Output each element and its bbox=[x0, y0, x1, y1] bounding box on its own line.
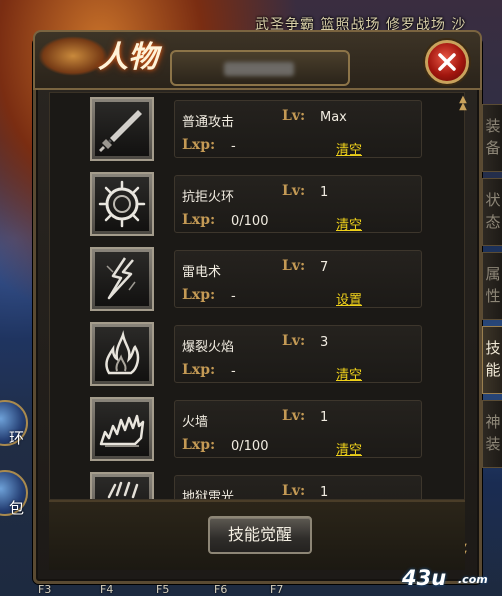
fire-wall-icon bbox=[99, 414, 145, 447]
tab-equipment[interactable]: 装备 bbox=[482, 104, 502, 172]
tab-divine-gear[interactable]: 神装 bbox=[482, 400, 502, 468]
skill-list: 普通攻击 Lv: Max Lxp: - 清空 抗拒火环 Lv: 1 Lxp: 0… bbox=[49, 92, 465, 500]
skill-name: 抗拒火环 bbox=[182, 190, 235, 205]
watermark-number: 43u bbox=[402, 566, 447, 590]
skill-level: 1 bbox=[320, 485, 329, 500]
skill-icon-slot[interactable] bbox=[90, 97, 154, 161]
lv-label: Lv: bbox=[282, 108, 306, 124]
skill-level: Max bbox=[320, 110, 347, 125]
skill-info-box: 地狱雷光 Lv: 1 bbox=[174, 475, 422, 500]
lv-label: Lv: bbox=[282, 258, 306, 274]
skill-icon-slot[interactable] bbox=[90, 397, 154, 461]
fkey-label[interactable]: F7 bbox=[270, 583, 283, 596]
tab-char: 装 bbox=[485, 117, 501, 135]
skill-level: 1 bbox=[320, 185, 329, 200]
lv-label: Lv: bbox=[282, 483, 306, 499]
panel-title: 人物 bbox=[38, 28, 158, 78]
fkey-label[interactable]: F4 bbox=[100, 583, 113, 596]
skill-row: 普通攻击 Lv: Max Lxp: - 清空 bbox=[50, 93, 464, 168]
skill-row: 雷电术 Lv: 7 Lxp: - 设置 bbox=[50, 243, 464, 318]
skill-info-box: 普通攻击 Lv: Max Lxp: - 清空 bbox=[174, 100, 422, 158]
panel-title-text: 人物 bbox=[98, 40, 158, 75]
skill-name: 雷电术 bbox=[182, 265, 222, 280]
skill-info-box: 爆裂火焰 Lv: 3 Lxp: - 清空 bbox=[174, 325, 422, 383]
lxp-label: Lxp: bbox=[182, 362, 216, 378]
tab-char: 属 bbox=[485, 265, 501, 283]
skill-exp: - bbox=[231, 139, 236, 154]
tab-char: 能 bbox=[485, 361, 501, 379]
blurred-player-name bbox=[224, 62, 294, 76]
close-x-icon bbox=[438, 53, 456, 71]
tab-char: 神 bbox=[485, 413, 501, 431]
title-plaque bbox=[170, 50, 350, 86]
fire-ring-icon bbox=[98, 180, 146, 228]
skill-exp: 0/100 bbox=[231, 214, 269, 229]
skill-clear-link[interactable]: 清空 bbox=[336, 439, 362, 458]
skill-name: 普通攻击 bbox=[182, 115, 235, 130]
skill-clear-link[interactable]: 清空 bbox=[336, 214, 362, 233]
skill-clear-link[interactable]: 清空 bbox=[336, 364, 362, 383]
fkey-label[interactable]: F3 bbox=[38, 583, 51, 596]
lv-label: Lv: bbox=[282, 333, 306, 349]
lv-label: Lv: bbox=[282, 408, 306, 424]
skill-name: 地狱雷光 bbox=[182, 490, 235, 500]
close-button[interactable] bbox=[425, 40, 469, 84]
tab-status[interactable]: 状态 bbox=[482, 178, 502, 246]
lightning-icon bbox=[106, 257, 136, 300]
skill-exp: - bbox=[231, 364, 236, 379]
skill-level: 7 bbox=[320, 260, 329, 275]
skill-name: 爆裂火焰 bbox=[182, 340, 235, 355]
skill-awaken-button[interactable]: 技能觉醒 bbox=[208, 516, 312, 554]
skill-list-scrollbar[interactable]: ▲▲ ▼▼ bbox=[457, 92, 469, 560]
watermark-domain: .com bbox=[458, 573, 488, 586]
skill-row: 抗拒火环 Lv: 1 Lxp: 0/100 清空 bbox=[50, 168, 464, 243]
lxp-label: Lxp: bbox=[182, 437, 216, 453]
left-hud-orb-label: 环 bbox=[8, 429, 24, 447]
tab-char: 备 bbox=[485, 139, 501, 157]
tab-char: 态 bbox=[485, 213, 501, 231]
lv-label: Lv: bbox=[282, 183, 306, 199]
skill-level: 3 bbox=[320, 335, 329, 350]
sword-icon bbox=[99, 110, 142, 152]
lxp-label: Lxp: bbox=[182, 137, 216, 153]
skill-icon-slot[interactable] bbox=[90, 172, 154, 236]
left-hud-orb-label: 包 bbox=[8, 499, 24, 517]
lxp-label: Lxp: bbox=[182, 287, 216, 303]
skill-clear-link[interactable]: 清空 bbox=[336, 139, 362, 158]
flame-burst-icon bbox=[105, 330, 140, 375]
skill-level: 1 bbox=[320, 410, 329, 425]
skill-exp: 0/100 bbox=[231, 439, 269, 454]
scroll-up-icon[interactable]: ▲ ▲ bbox=[457, 95, 469, 112]
tab-char: 技 bbox=[485, 339, 501, 357]
skill-icon-slot[interactable] bbox=[90, 472, 154, 499]
skill-info-box: 抗拒火环 Lv: 1 Lxp: 0/100 清空 bbox=[174, 175, 422, 233]
skill-set-link[interactable]: 设置 bbox=[336, 289, 362, 308]
fkey-label[interactable]: F6 bbox=[214, 583, 227, 596]
skill-row: 爆裂火焰 Lv: 3 Lxp: - 清空 bbox=[50, 318, 464, 393]
tab-skills[interactable]: 技能 bbox=[482, 326, 502, 394]
skill-exp: - bbox=[231, 289, 236, 304]
skill-info-box: 火墙 Lv: 1 Lxp: 0/100 清空 bbox=[174, 400, 422, 458]
tab-char: 状 bbox=[485, 191, 501, 209]
site-watermark-logo: 43u .com bbox=[402, 566, 498, 590]
skill-name: 火墙 bbox=[182, 415, 209, 430]
lxp-label: Lxp: bbox=[182, 212, 216, 228]
skill-row: 地狱雷光 Lv: 1 bbox=[50, 468, 464, 500]
fkey-label[interactable]: F5 bbox=[156, 583, 169, 596]
hell-thunder-icon bbox=[107, 481, 139, 499]
skill-row: 火墙 Lv: 1 Lxp: 0/100 清空 bbox=[50, 393, 464, 468]
tab-char: 装 bbox=[485, 435, 501, 453]
skill-icon-slot[interactable] bbox=[90, 322, 154, 386]
skill-icon-slot[interactable] bbox=[90, 247, 154, 311]
tab-char: 性 bbox=[485, 287, 501, 305]
skill-info-box: 雷电术 Lv: 7 Lxp: - 设置 bbox=[174, 250, 422, 308]
tab-attributes[interactable]: 属性 bbox=[482, 252, 502, 320]
